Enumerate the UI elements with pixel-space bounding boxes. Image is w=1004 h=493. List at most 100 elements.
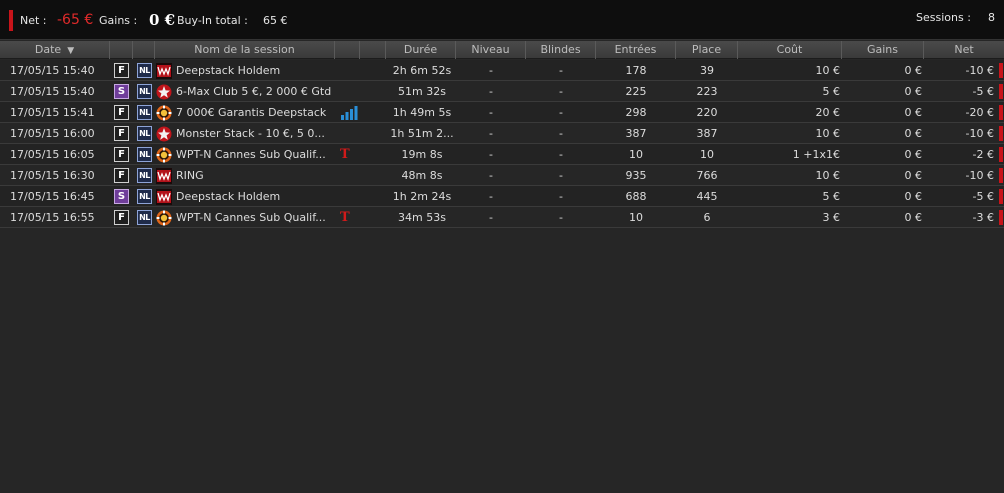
session-date: 17/05/15 16:00: [10, 127, 95, 140]
session-date: 17/05/15 15:40: [10, 64, 95, 77]
mode-badge: F: [114, 168, 129, 183]
session-blinds: -: [559, 148, 563, 161]
table-row[interactable]: 17/05/15 15:40 S NL 6-Max Club 5 €, 2 000 €…: [0, 81, 1004, 102]
column-header-cost[interactable]: Coût: [738, 41, 842, 59]
limit-badge: NL: [137, 126, 152, 141]
session-net: -10 €: [965, 127, 994, 140]
limit-badge: NL: [137, 210, 152, 225]
column-header-duration[interactable]: Durée: [386, 41, 456, 59]
session-level: -: [489, 190, 493, 203]
session-net: -20 €: [965, 106, 994, 119]
column-header-extra[interactable]: [335, 41, 360, 59]
session-name: WPT-N Cannes Sub Qualif...: [176, 211, 326, 224]
session-level: -: [489, 106, 493, 119]
sort-down-icon: ▼: [67, 46, 75, 56]
session-gains: 0 €: [904, 127, 923, 140]
mode-badge: F: [114, 210, 129, 225]
session-name: 7 000€ Garantis Deepstack: [176, 106, 327, 119]
session-duration: 51m 32s: [398, 85, 446, 98]
session-place: 766: [696, 169, 718, 182]
column-header-blinds[interactable]: Blindes: [526, 41, 596, 59]
net-loss-marker: [999, 105, 1003, 120]
session-level: -: [489, 127, 493, 140]
summary-bar: Net : -65 € Gains : 0 € Buy-In total : 6…: [0, 0, 1004, 40]
session-net: -3 €: [972, 211, 994, 224]
chip-icon: [156, 147, 172, 163]
session-entries: 10: [629, 211, 643, 224]
session-date: 17/05/15 15:41: [10, 106, 95, 119]
table-row[interactable]: 17/05/15 15:40 F NL Deepstack Holdem 2h 6m 5…: [0, 60, 1004, 81]
pokerstars-icon: [156, 84, 172, 100]
session-date: 17/05/15 16:45: [10, 190, 95, 203]
session-gains: 0 €: [904, 211, 923, 224]
table-header: Date ▼ Nom de la session Durée Niveau Bli…: [0, 41, 1004, 59]
session-cost: 1 +1x1€: [792, 148, 840, 161]
session-place: 39: [700, 64, 714, 77]
net-value: -65 €: [57, 12, 94, 28]
session-duration: 1h 51m 2...: [390, 127, 454, 140]
session-duration: 48m 8s: [401, 169, 443, 182]
session-entries: 225: [625, 85, 647, 98]
session-cost: 3 €: [822, 211, 841, 224]
column-header-level[interactable]: Niveau: [456, 41, 526, 59]
session-net: -5 €: [972, 190, 994, 203]
table-row[interactable]: 17/05/15 15:41 F NL 7 000€ Garantis Deepsta…: [0, 102, 1004, 123]
column-header-net[interactable]: Net: [924, 41, 1004, 59]
session-gains: 0 €: [904, 169, 923, 182]
column-header-limit[interactable]: [133, 41, 155, 59]
session-blinds: -: [559, 106, 563, 119]
column-header-entries[interactable]: Entrées: [596, 41, 676, 59]
table-row[interactable]: 17/05/15 16:30 F NL RING 48m 8s - - 935 766 10 € 0…: [0, 165, 1004, 186]
session-cost: 5 €: [822, 85, 841, 98]
session-cost: 5 €: [822, 190, 841, 203]
session-duration: 1h 49m 5s: [392, 106, 452, 119]
table-row[interactable]: 17/05/15 16:05 F NL WPT-N Cannes Sub Qualif…: [0, 144, 1004, 165]
table-row[interactable]: 17/05/15 16:00 F NL Monster Stack - 10 €, 5…: [0, 123, 1004, 144]
mode-badge: S: [114, 84, 129, 99]
session-cost: 10 €: [815, 64, 841, 77]
session-blinds: -: [559, 169, 563, 182]
table-row[interactable]: 17/05/15 16:45 S NL Deepstack Holdem 1h 2m 2…: [0, 186, 1004, 207]
column-header-gains[interactable]: Gains: [842, 41, 924, 59]
limit-badge: NL: [137, 168, 152, 183]
column-header-mode[interactable]: [110, 41, 133, 59]
net-loss-marker: [999, 63, 1003, 78]
mode-badge: F: [114, 126, 129, 141]
sessions-table-body: 17/05/15 15:40 F NL Deepstack Holdem 2h 6m 5…: [0, 60, 1004, 228]
session-entries: 10: [629, 148, 643, 161]
limit-badge: NL: [137, 63, 152, 78]
session-entries: 387: [625, 127, 647, 140]
column-header-name[interactable]: Nom de la session: [155, 41, 335, 59]
column-header-place[interactable]: Place: [676, 41, 738, 59]
session-net: -10 €: [965, 169, 994, 182]
session-net: -2 €: [972, 148, 994, 161]
session-name: 6-Max Club 5 €, 2 000 € Gtd: [176, 85, 332, 98]
net-loss-marker: [999, 189, 1003, 204]
session-duration: 1h 2m 24s: [392, 190, 452, 203]
session-place: 10: [700, 148, 714, 161]
session-net: -10 €: [965, 64, 994, 77]
sessions-label: Sessions :: [916, 11, 971, 24]
session-place: 6: [703, 211, 711, 224]
session-place: 223: [696, 85, 718, 98]
session-name: Deepstack Holdem: [176, 64, 281, 77]
winamax-icon: [156, 168, 172, 184]
session-level: -: [489, 64, 493, 77]
column-header-blank[interactable]: [360, 41, 386, 59]
mode-badge: F: [114, 63, 129, 78]
session-place: 387: [696, 127, 718, 140]
session-blinds: -: [559, 127, 563, 140]
table-row[interactable]: 17/05/15 16:55 F NL WPT-N Cannes Sub Qualif…: [0, 207, 1004, 228]
session-cost: 10 €: [815, 127, 841, 140]
turbo-icon: T: [340, 210, 350, 225]
session-date: 17/05/15 16:30: [10, 169, 95, 182]
chip-icon: [156, 210, 172, 226]
net-label: Net :: [20, 14, 47, 27]
net-loss-marker: [999, 147, 1003, 162]
session-date: 17/05/15 16:55: [10, 211, 95, 224]
session-name: RING: [176, 169, 204, 182]
session-entries: 935: [625, 169, 647, 182]
column-header-date[interactable]: Date ▼: [0, 41, 110, 59]
session-date: 17/05/15 15:40: [10, 85, 95, 98]
session-name: Monster Stack - 10 €, 5 0...: [176, 127, 325, 140]
